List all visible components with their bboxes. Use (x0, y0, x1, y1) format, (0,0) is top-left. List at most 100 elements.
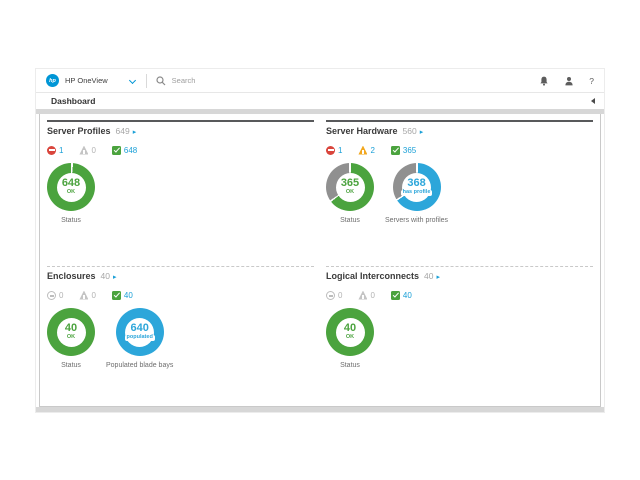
gauge-label: Status (340, 362, 360, 369)
donut-value: 368 (407, 178, 425, 189)
brand-label: HP OneView (65, 76, 108, 85)
chevron-right-icon[interactable]: ▸ (133, 128, 137, 136)
donut-chart[interactable]: 640populated (116, 308, 164, 356)
card-total-count[interactable]: 40 (101, 271, 110, 281)
donut-chart[interactable]: 40OK (47, 308, 95, 356)
critical-icon (47, 146, 56, 155)
gauge-label: Servers with profiles (385, 217, 448, 224)
gauge-label: Status (340, 217, 360, 224)
status-count[interactable]: 40 (403, 291, 412, 300)
warning-icon (358, 291, 367, 300)
warning-icon (358, 146, 367, 155)
donut-chart[interactable]: 648OK (47, 163, 95, 211)
ok-icon (391, 146, 400, 155)
status-summary-row: 1 2 365 (326, 145, 593, 155)
donut-center: 40OK (57, 318, 86, 347)
help-icon[interactable]: ? (589, 76, 594, 86)
donut-center: 368has profile (402, 173, 431, 202)
card-title-link[interactable]: Server Profiles 649 ▸ (47, 126, 314, 136)
card-top-rule (326, 266, 593, 267)
card-total-count[interactable]: 40 (424, 271, 433, 281)
status-count[interactable]: 648 (124, 146, 137, 155)
chevron-right-icon[interactable]: ▸ (113, 273, 117, 281)
gauge-status: 365OK Status (326, 163, 374, 224)
card-total-count[interactable]: 649 (116, 126, 130, 136)
card-title-link[interactable]: Enclosures 40 ▸ (47, 271, 314, 281)
gauge-status: 648OK Status (47, 163, 95, 224)
status-filter-warning[interactable]: 0 (79, 291, 95, 300)
status-count[interactable]: 0 (91, 291, 95, 300)
critical-icon (47, 291, 56, 300)
gauges-row: 648OK Status (47, 163, 314, 224)
status-count[interactable]: 0 (59, 291, 63, 300)
donut-chart[interactable]: 40OK (326, 308, 374, 356)
status-filter-warning[interactable]: 0 (79, 146, 95, 155)
donut-value: 40 (65, 323, 77, 334)
content-area: Server Profiles 649 ▸ 10648 648OKStatus … (36, 114, 604, 407)
card-total-count[interactable]: 560 (403, 126, 417, 136)
card-title[interactable]: Server Profiles (47, 126, 111, 136)
status-count[interactable]: 0 (370, 291, 374, 300)
critical-icon (326, 291, 335, 300)
donut-center: 648OK (57, 173, 86, 202)
status-summary-row: 0 0 40 (47, 290, 314, 300)
status-count[interactable]: 40 (124, 291, 133, 300)
gauges-row: 40OK Status (326, 308, 593, 369)
card-title[interactable]: Server Hardware (326, 126, 398, 136)
status-count[interactable]: 365 (403, 146, 416, 155)
status-filter-ok[interactable]: 40 (112, 291, 133, 300)
donut-sublabel: populated (125, 335, 155, 341)
donut-value: 40 (344, 323, 356, 334)
card-top-rule (47, 266, 314, 267)
user-icon[interactable] (564, 76, 574, 86)
status-filter-ok[interactable]: 365 (391, 146, 416, 155)
donut-sublabel: has profile (401, 190, 433, 196)
topbar-divider (146, 74, 147, 88)
card-title[interactable]: Logical Interconnects (326, 271, 419, 281)
card-top-rule (326, 120, 593, 122)
donut-chart[interactable]: 368has profile (393, 163, 441, 211)
gauge-status: 40OKStatus (47, 308, 95, 369)
status-count[interactable]: 0 (338, 291, 342, 300)
gauge-populated-blade-bays: 640populated Populated blade bays (106, 308, 173, 369)
donut-chart[interactable]: 365OK (326, 163, 374, 211)
status-filter-critical[interactable]: 0 (47, 291, 63, 300)
status-filter-ok[interactable]: 40 (391, 291, 412, 300)
chevron-right-icon[interactable]: ▸ (437, 273, 441, 281)
ok-icon (391, 291, 400, 300)
status-filter-critical[interactable]: 0 (326, 291, 342, 300)
card-title-link[interactable]: Logical Interconnects 40 ▸ (326, 271, 593, 281)
card-server-profiles: Server Profiles 649 ▸ 1 0 648 648OK Status (47, 119, 314, 266)
search-input[interactable] (170, 75, 374, 86)
status-count[interactable]: 2 (370, 146, 374, 155)
donut-sublabel: OK (65, 190, 77, 196)
donut-value: 365 (341, 178, 359, 189)
status-filter-critical[interactable]: 1 (326, 146, 342, 155)
status-count[interactable]: 1 (338, 146, 342, 155)
critical-icon (326, 146, 335, 155)
status-filter-warning[interactable]: 2 (358, 146, 374, 155)
donut-center: 365OK (336, 173, 365, 202)
chevron-down-icon[interactable] (130, 78, 136, 84)
status-summary-row: 1 0 648 (47, 145, 314, 155)
gauges-row: 40OKStatus 640populated Populated blade ba… (47, 308, 314, 369)
donut-value: 640 (130, 323, 148, 334)
gauge-label: Status (61, 217, 81, 224)
status-filter-ok[interactable]: 648 (112, 146, 137, 155)
card-title[interactable]: Enclosures (47, 271, 96, 281)
hp-logo-icon: hp (46, 74, 59, 87)
bell-icon[interactable] (539, 76, 549, 86)
status-filter-critical[interactable]: 1 (47, 146, 63, 155)
status-count[interactable]: 0 (91, 146, 95, 155)
status-count[interactable]: 1 (59, 146, 63, 155)
gauge-label: Populated blade bays (106, 362, 173, 369)
collapse-panel-icon[interactable] (591, 98, 595, 104)
donut-sublabel: OK (344, 190, 356, 196)
card-title-link[interactable]: Server Hardware 560 ▸ (326, 126, 593, 136)
search-icon (156, 76, 166, 86)
chevron-right-icon[interactable]: ▸ (420, 128, 424, 136)
status-filter-warning[interactable]: 0 (358, 291, 374, 300)
ok-icon (112, 291, 121, 300)
search-area (156, 75, 540, 86)
status-summary-row: 0 0 40 (326, 290, 593, 300)
